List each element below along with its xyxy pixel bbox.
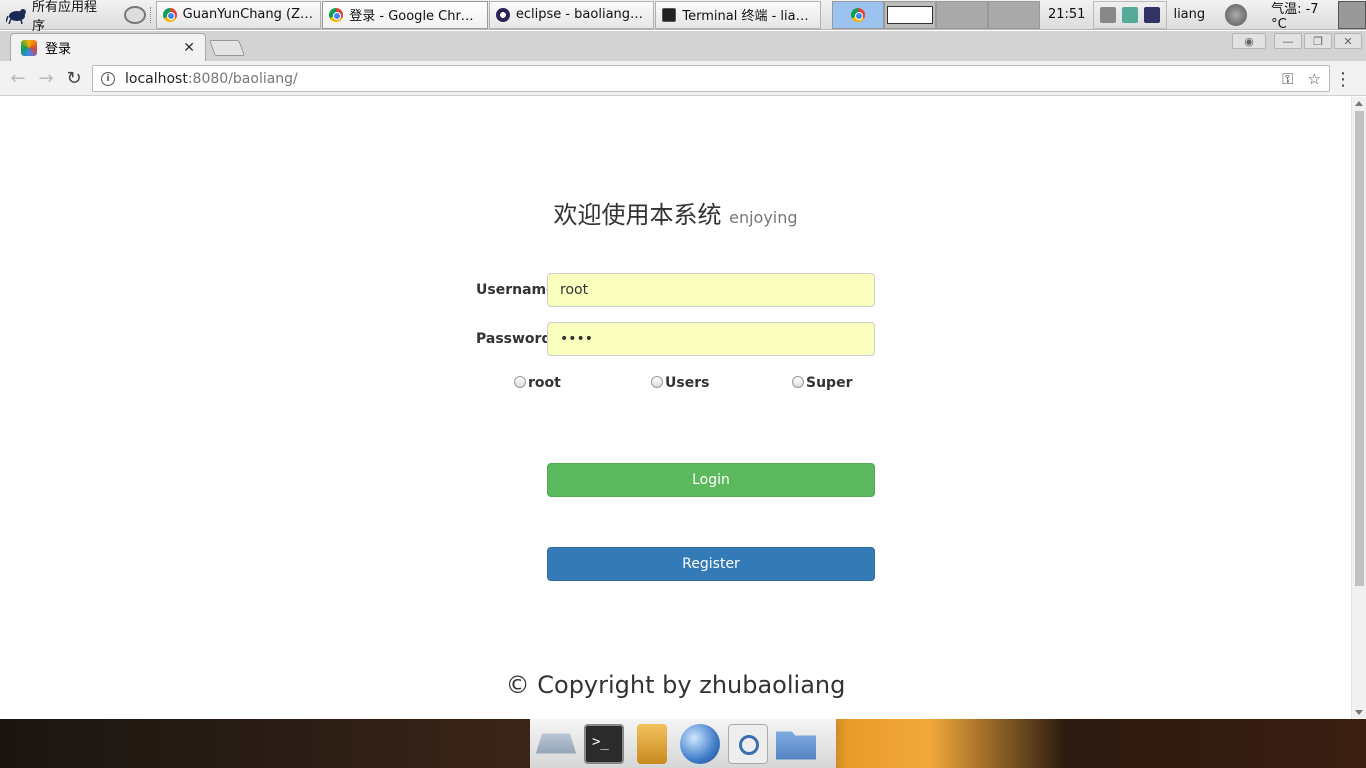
tab-title: 登录 bbox=[45, 42, 72, 57]
heading-text: 欢迎使用本系统 bbox=[553, 201, 722, 229]
password-input[interactable] bbox=[547, 322, 875, 356]
radio-circle[interactable] bbox=[651, 375, 663, 388]
scroll-up-arrow-icon[interactable] bbox=[1355, 101, 1363, 106]
file-cabinet-icon[interactable] bbox=[637, 723, 667, 764]
star-icon[interactable]: ☆ bbox=[1308, 70, 1321, 88]
radio-root[interactable]: root bbox=[514, 375, 561, 391]
task-label: GuanYunChang (ZhuB… bbox=[182, 7, 315, 22]
workspace-1[interactable] bbox=[831, 0, 884, 29]
search-icon[interactable] bbox=[728, 723, 768, 764]
battery-icon[interactable] bbox=[1122, 6, 1139, 23]
register-button[interactable]: Register bbox=[547, 547, 875, 581]
menu-kebab-icon[interactable]: ⋮ bbox=[1334, 69, 1352, 90]
weather-readout[interactable]: 气温: -7 °C bbox=[1271, 0, 1338, 32]
browser-toolbar: ← → ↻ i localhost:8080/baoliang/ ⚿ ☆ ⋮ bbox=[0, 61, 1366, 96]
info-icon[interactable]: i bbox=[101, 71, 115, 86]
signal-icon[interactable] bbox=[1144, 6, 1161, 23]
chrome-icon bbox=[329, 7, 344, 22]
url-host: localhost bbox=[125, 70, 188, 87]
task-item-eclipse[interactable]: eclipse - baoliang/src… bbox=[488, 0, 655, 29]
username-input[interactable] bbox=[547, 273, 875, 307]
back-arrow-icon[interactable]: ← bbox=[4, 64, 32, 92]
password-row: Password bbox=[476, 322, 875, 356]
close-window-icon[interactable]: ✕ bbox=[1334, 33, 1362, 49]
window-controls: ◉ — ❐ ✕ bbox=[1232, 33, 1362, 49]
task-label: 登录 - Google Chrome bbox=[349, 9, 481, 24]
role-radio-group: root Users Super bbox=[514, 375, 854, 395]
heading-subtitle: enjoying bbox=[729, 208, 798, 227]
eclipse-icon bbox=[495, 7, 510, 22]
network-icon[interactable] bbox=[123, 5, 146, 24]
username-row: Username bbox=[476, 273, 875, 307]
workspace-3[interactable] bbox=[935, 0, 988, 29]
drive-icon[interactable] bbox=[536, 733, 576, 754]
login-button[interactable]: Login bbox=[547, 463, 875, 497]
keyboard-icon[interactable] bbox=[1100, 6, 1117, 23]
folder-icon[interactable] bbox=[776, 731, 816, 760]
browser-tab-bar: 登录 ✕ ◉ — ❐ ✕ bbox=[0, 31, 1366, 61]
avatar[interactable] bbox=[1225, 3, 1248, 26]
task-label: Terminal 终端 - liang… bbox=[682, 9, 814, 24]
apps-menu-label: 所有应用程序 bbox=[31, 0, 97, 34]
terminal-icon[interactable] bbox=[584, 723, 624, 764]
username-label: Username bbox=[476, 282, 556, 298]
workspace-2[interactable] bbox=[883, 0, 936, 29]
launcher-dock bbox=[530, 719, 836, 768]
radio-circle[interactable] bbox=[792, 375, 804, 388]
user-name[interactable]: liang bbox=[1173, 7, 1205, 22]
key-icon[interactable]: ⚿ bbox=[1282, 70, 1293, 88]
taskbar-separator bbox=[149, 6, 152, 23]
xfce-mouse-icon bbox=[6, 8, 26, 24]
profile-icon[interactable]: ◉ bbox=[1232, 33, 1266, 49]
task-label: eclipse - baoliang/src… bbox=[515, 7, 648, 22]
password-label: Password bbox=[476, 331, 552, 347]
workspace-4[interactable] bbox=[987, 0, 1040, 29]
workspace-pager[interactable] bbox=[831, 0, 1040, 29]
desktop-wallpaper bbox=[0, 719, 1366, 768]
radio-super[interactable]: Super bbox=[792, 375, 852, 391]
radio-label: Super bbox=[806, 375, 853, 391]
radio-users[interactable]: Users bbox=[651, 375, 709, 391]
scroll-down-arrow-icon[interactable] bbox=[1355, 710, 1363, 715]
terminal-icon bbox=[662, 7, 677, 22]
favicon-icon bbox=[21, 39, 37, 56]
radio-label: Users bbox=[665, 375, 710, 391]
close-tab-icon[interactable]: ✕ bbox=[183, 40, 195, 56]
clock[interactable]: 21:51 bbox=[1048, 7, 1085, 22]
url-path: :8080/baoliang/ bbox=[187, 70, 298, 87]
page-title: 欢迎使用本系统 enjoying bbox=[0, 195, 1351, 230]
task-item-login-chrome[interactable]: 登录 - Google Chrome bbox=[322, 0, 488, 29]
radio-circle[interactable] bbox=[514, 375, 526, 388]
radio-label: root bbox=[528, 375, 561, 391]
chrome-icon bbox=[162, 7, 177, 22]
page-viewport: 欢迎使用本系统 enjoying Username Password root … bbox=[0, 97, 1351, 719]
minimize-icon[interactable]: — bbox=[1274, 33, 1302, 49]
scrollbar-thumb[interactable] bbox=[1355, 111, 1364, 586]
screenshot-icon[interactable] bbox=[1338, 0, 1366, 29]
reload-icon[interactable]: ↻ bbox=[60, 64, 88, 92]
maximize-icon[interactable]: ❐ bbox=[1304, 33, 1332, 49]
apps-menu[interactable]: 所有应用程序 bbox=[0, 0, 116, 34]
copyright-footer: © Copyright by zhubaoliang bbox=[505, 671, 846, 699]
task-item-terminal[interactable]: Terminal 终端 - liang… bbox=[655, 0, 821, 29]
forward-arrow-icon[interactable]: → bbox=[32, 64, 60, 92]
system-tray bbox=[1093, 0, 1168, 29]
address-bar[interactable]: i localhost:8080/baoliang/ ⚿ ☆ bbox=[92, 65, 1330, 92]
new-tab-button[interactable] bbox=[209, 40, 245, 56]
task-item-guanyunchang[interactable]: GuanYunChang (ZhuB… bbox=[155, 0, 322, 29]
system-taskbar: 所有应用程序 GuanYunChang (ZhuB… 登录 - Google C… bbox=[0, 0, 1366, 34]
web-browser-icon[interactable] bbox=[680, 723, 720, 764]
chrome-icon bbox=[850, 7, 865, 22]
tab-login[interactable]: 登录 ✕ bbox=[10, 33, 206, 61]
page-scrollbar[interactable] bbox=[1351, 97, 1366, 719]
